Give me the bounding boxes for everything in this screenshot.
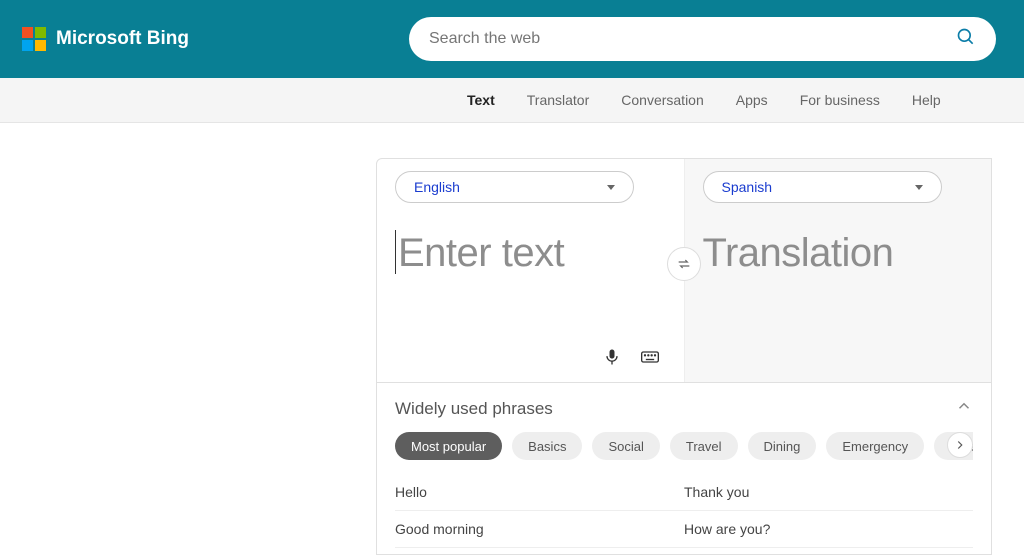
target-language-label: Spanish bbox=[722, 179, 773, 195]
phrase-item[interactable]: Hello bbox=[395, 474, 684, 511]
chevron-down-icon bbox=[607, 185, 615, 190]
chip-emergency[interactable]: Emergency bbox=[826, 432, 924, 460]
subnav: Text Translator Conversation Apps For bu… bbox=[0, 78, 1024, 123]
source-text-input[interactable]: Enter text bbox=[395, 231, 666, 277]
phrase-item[interactable]: How are you? bbox=[684, 511, 973, 548]
brand-block[interactable]: Microsoft Bing bbox=[22, 27, 189, 51]
search-bar[interactable] bbox=[409, 17, 996, 61]
translator-card: English Enter text Spanish Translation bbox=[376, 158, 992, 555]
phrase-item[interactable]: Good morning bbox=[395, 511, 684, 548]
chip-most-popular[interactable]: Most popular bbox=[395, 432, 502, 460]
brand-text: Microsoft Bing bbox=[56, 28, 189, 50]
search-icon[interactable] bbox=[956, 27, 976, 52]
chip-dining[interactable]: Dining bbox=[748, 432, 817, 460]
phrases-section: Widely used phrases Most popular Basics … bbox=[377, 382, 991, 554]
source-pane: English Enter text bbox=[377, 159, 684, 382]
tab-apps[interactable]: Apps bbox=[736, 92, 768, 108]
tab-text[interactable]: Text bbox=[467, 92, 495, 108]
source-language-label: English bbox=[414, 179, 460, 195]
chip-basics[interactable]: Basics bbox=[512, 432, 582, 460]
collapse-phrases-button[interactable] bbox=[955, 397, 973, 420]
tab-help[interactable]: Help bbox=[912, 92, 941, 108]
header: Microsoft Bing bbox=[0, 0, 1024, 78]
keyboard-icon[interactable] bbox=[640, 347, 660, 372]
target-text-output: Translation bbox=[703, 231, 974, 276]
chip-social[interactable]: Social bbox=[592, 432, 659, 460]
tab-conversation[interactable]: Conversation bbox=[621, 92, 704, 108]
target-pane: Spanish Translation bbox=[684, 159, 992, 382]
tab-translator[interactable]: Translator bbox=[527, 92, 590, 108]
microsoft-logo-icon bbox=[22, 27, 46, 51]
phrases-title: Widely used phrases bbox=[395, 399, 553, 419]
phrase-item[interactable]: Thank you bbox=[684, 474, 973, 511]
chip-travel[interactable]: Travel bbox=[670, 432, 738, 460]
phrase-list: Hello Thank you Good morning How are you… bbox=[395, 474, 973, 548]
search-input[interactable] bbox=[429, 30, 956, 48]
microphone-icon[interactable] bbox=[602, 347, 622, 372]
phrase-category-chips: Most popular Basics Social Travel Dining… bbox=[395, 432, 973, 460]
target-language-select[interactable]: Spanish bbox=[703, 171, 942, 203]
tab-for-business[interactable]: For business bbox=[800, 92, 880, 108]
swap-languages-button[interactable] bbox=[667, 247, 701, 281]
source-language-select[interactable]: English bbox=[395, 171, 634, 203]
chevron-down-icon bbox=[915, 185, 923, 190]
